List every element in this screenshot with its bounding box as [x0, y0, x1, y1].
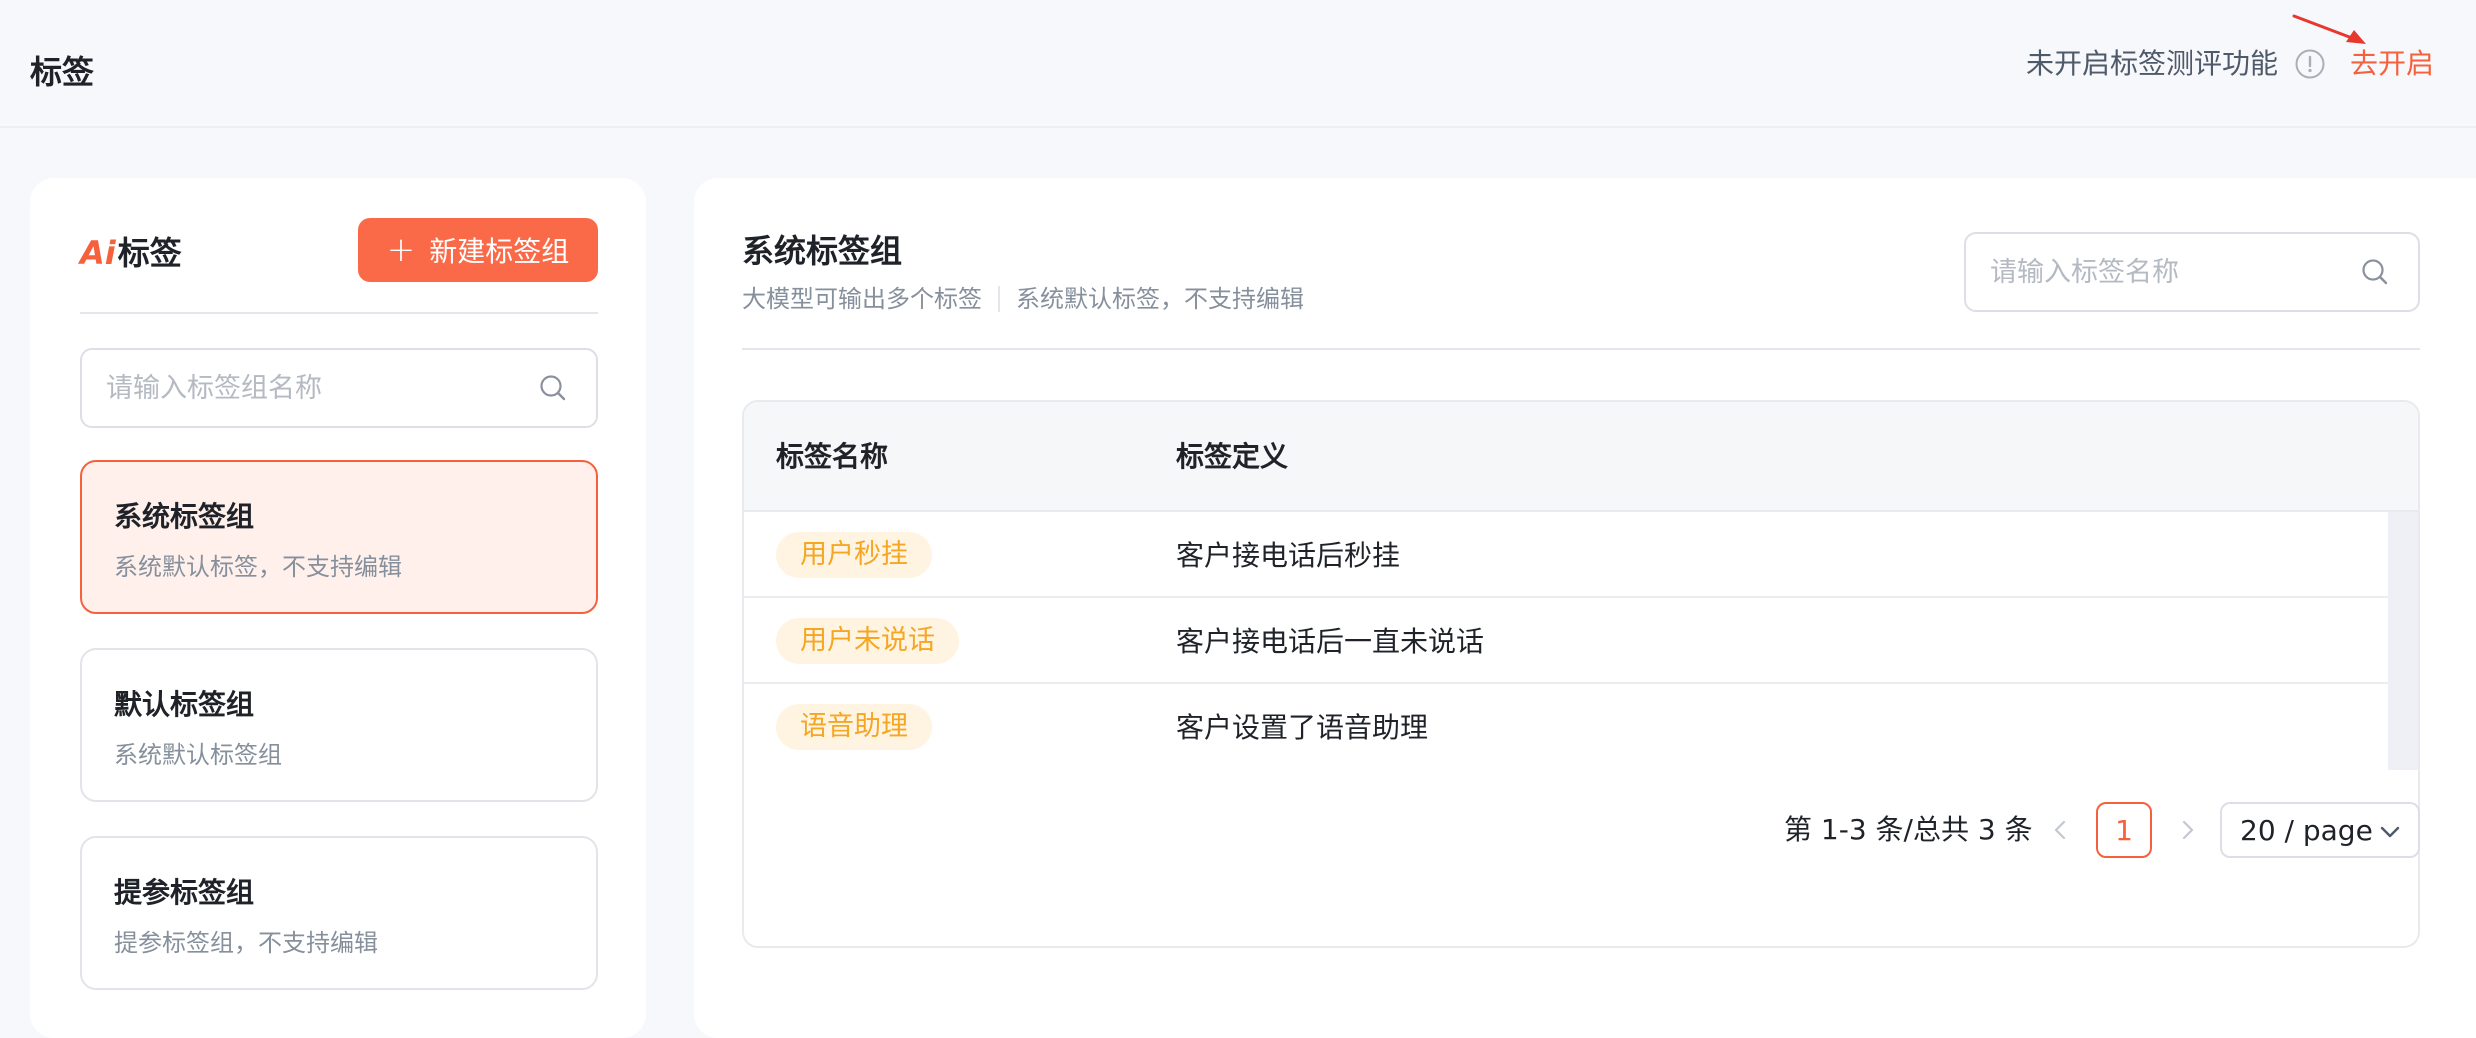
pagination: 第 1-3 条/总共 3 条 1 20 / page — [694, 802, 2420, 858]
tag-chip: 用户未说话 — [776, 618, 959, 664]
page-title: 标签 — [30, 53, 95, 91]
new-tag-group-label: 新建标签组 — [429, 235, 570, 268]
tag-group-card-param[interactable]: 提参标签组 提参标签组，不支持编辑 — [80, 836, 598, 990]
column-header-tag-definition: 标签定义 — [1176, 440, 1289, 473]
search-icon[interactable] — [2360, 257, 2390, 287]
group-title: 系统标签组 — [742, 232, 903, 270]
tag-group-sidebar: Ai 标签 + 新建标签组 系统标签组 系统默认标签，不支持编辑 默认标签组 系… — [30, 178, 646, 1038]
next-page-button[interactable] — [2168, 802, 2208, 858]
pagination-total: 第 1-3 条/总共 3 条 — [1784, 813, 2033, 846]
tag-definition: 客户接电话后一直未说话 — [1176, 625, 1485, 658]
tag-group-card-system[interactable]: 系统标签组 系统默认标签，不支持编辑 — [80, 460, 598, 614]
column-header-tag-name: 标签名称 — [776, 440, 889, 473]
chevron-right-icon — [2182, 820, 2194, 840]
table-header: 标签名称 标签定义 — [744, 402, 2418, 512]
tag-group-name: 提参标签组 — [114, 876, 255, 909]
ai-tag-logo: Ai 标签 — [80, 228, 182, 278]
enable-eval-link[interactable]: 去开启 — [2350, 44, 2434, 84]
subtitle-separator — [998, 286, 1000, 312]
table-row: 语音助理 客户设置了语音助理 — [744, 684, 2390, 770]
tag-group-name: 默认标签组 — [114, 688, 255, 721]
tag-group-desc: 系统默认标签组 — [114, 741, 282, 769]
search-icon[interactable] — [538, 373, 568, 403]
table-scrollbar[interactable] — [2388, 512, 2418, 770]
page-size-select[interactable]: 20 / page — [2220, 802, 2420, 858]
plus-icon: + — [386, 230, 416, 270]
tag-group-name: 系统标签组 — [114, 500, 255, 533]
table-row: 用户未说话 客户接电话后一直未说话 — [744, 598, 2390, 684]
annotation-arrow-icon — [2292, 14, 2366, 44]
tag-search-input[interactable] — [1990, 234, 2350, 310]
main-divider — [742, 348, 2420, 350]
tag-group-search-input[interactable] — [106, 350, 526, 426]
new-tag-group-button[interactable]: + 新建标签组 — [358, 218, 598, 282]
tag-list-panel: 系统标签组 大模型可输出多个标签 系统默认标签，不支持编辑 标签名称 标签定义 … — [694, 178, 2476, 1038]
tag-definition: 客户设置了语音助理 — [1176, 711, 1429, 744]
ai-logo-mark: Ai — [80, 234, 116, 272]
eval-status-text: 未开启标签测评功能 — [2025, 47, 2278, 80]
info-icon[interactable] — [2294, 48, 2326, 80]
tag-search — [1964, 232, 2420, 312]
group-subtitle-right: 系统默认标签，不支持编辑 — [1016, 285, 1304, 313]
tag-definition: 客户接电话后秒挂 — [1176, 539, 1401, 572]
top-bar: 标签 未开启标签测评功能 去开启 — [0, 0, 2476, 128]
prev-page-button[interactable] — [2040, 802, 2080, 858]
page-size-value: 20 / page — [2240, 814, 2373, 847]
tag-table: 标签名称 标签定义 用户秒挂 客户接电话后秒挂 用户未说话 客户接电话后一直未说… — [742, 400, 2420, 948]
table-body: 用户秒挂 客户接电话后秒挂 用户未说话 客户接电话后一直未说话 语音助理 客户设… — [744, 512, 2390, 770]
sidebar-divider — [80, 312, 598, 314]
ai-logo-text: 标签 — [117, 234, 182, 272]
group-subtitle-left: 大模型可输出多个标签 — [742, 285, 982, 313]
chevron-down-icon — [2380, 826, 2400, 838]
tag-chip: 用户秒挂 — [776, 532, 932, 578]
tag-chip: 语音助理 — [776, 704, 932, 750]
tag-group-desc: 提参标签组，不支持编辑 — [114, 929, 378, 957]
group-subtitle: 大模型可输出多个标签 系统默认标签，不支持编辑 — [742, 282, 1304, 316]
page-number-button[interactable]: 1 — [2096, 802, 2152, 858]
tag-group-search — [80, 348, 598, 428]
tag-group-desc: 系统默认标签，不支持编辑 — [114, 553, 402, 581]
tag-group-card-default[interactable]: 默认标签组 系统默认标签组 — [80, 648, 598, 802]
table-row: 用户秒挂 客户接电话后秒挂 — [744, 512, 2390, 598]
chevron-left-icon — [2054, 820, 2066, 840]
